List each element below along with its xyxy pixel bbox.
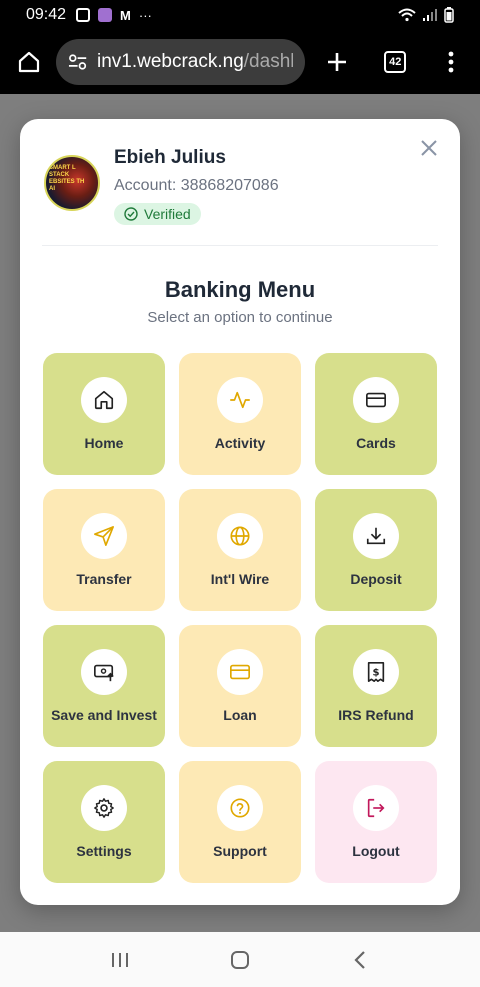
profile-header: SMART L STACK EBSITES TH AI Ebieh Julius… [44, 147, 279, 226]
card-icon [217, 649, 263, 695]
home-button[interactable] [10, 43, 48, 81]
menu-item-deposit[interactable]: Deposit [315, 489, 437, 611]
recents-button[interactable] [100, 940, 140, 980]
mail-icon: M [120, 7, 131, 23]
tabs-button[interactable]: 42 [376, 43, 414, 81]
menu-item-irs-refund[interactable]: $ IRS Refund [315, 625, 437, 747]
status-time: 09:42 [26, 6, 67, 23]
menu-item-activity[interactable]: Activity [179, 353, 301, 475]
menu-item-label: Cards [356, 435, 396, 451]
profile-info: Ebieh Julius Account: 38868207086 Verifi… [114, 147, 279, 226]
menu-item-label: Transfer [76, 571, 132, 587]
menu-item-logout[interactable]: Logout [315, 761, 437, 883]
notification-icons: M ··· [76, 8, 152, 23]
url-bar[interactable]: inv1.webcrack.ng/dashb [55, 39, 305, 85]
menu-item-label: Save and Invest [51, 707, 157, 723]
site-settings-icon [68, 54, 87, 70]
menu-title: Banking Menu [164, 277, 316, 302]
notification-app-icon [76, 8, 91, 22]
menu-item-label: Loan [223, 707, 257, 723]
menu-subtitle: Select an option to continue [147, 309, 333, 326]
avatar-text: SMART L STACK EBSITES TH AI [49, 165, 85, 192]
receipt-icon: $ [353, 649, 399, 695]
browser-menu-button[interactable] [432, 43, 470, 81]
menu-item-support[interactable]: Support [179, 761, 301, 883]
menu-item-label: Logout [352, 843, 400, 859]
verified-label: Verified [144, 206, 191, 222]
menu-item-cards[interactable]: Cards [315, 353, 437, 475]
menu-item-label: Int'l Wire [210, 571, 270, 587]
recents-icon [112, 952, 128, 967]
close-button[interactable] [418, 137, 440, 159]
menu-item-label: Deposit [350, 571, 402, 587]
more-vert-icon [448, 51, 454, 73]
status-bar: 09:42 M ··· [0, 0, 480, 30]
menu-item-label: Support [213, 843, 267, 859]
svg-text:$: $ [372, 668, 379, 679]
banking-menu-modal: SMART L STACK EBSITES TH AI Ebieh Julius… [20, 119, 460, 905]
plus-icon [328, 53, 347, 71]
more-dots-icon: ··· [138, 7, 152, 23]
check-circle-icon [124, 207, 138, 221]
battery-icon [444, 7, 454, 23]
wifi-icon [398, 8, 416, 22]
menu-item-settings[interactable]: Settings [43, 761, 165, 883]
globe-icon [217, 513, 263, 559]
menu-item-loan[interactable]: Loan [179, 625, 301, 747]
activity-icon [217, 377, 263, 423]
divider [42, 245, 438, 246]
gear-icon [81, 785, 127, 831]
back-icon [354, 950, 365, 969]
money-up-icon [81, 649, 127, 695]
menu-item-transfer[interactable]: Transfer [43, 489, 165, 611]
back-button[interactable] [340, 940, 380, 980]
send-icon [81, 513, 127, 559]
account-number: Account: 38868207086 [114, 177, 279, 194]
menu-item-label: Activity [214, 435, 266, 451]
browser-toolbar: inv1.webcrack.ng/dashb 42 [0, 30, 480, 94]
card-icon [353, 377, 399, 423]
menu-item-intl-wire[interactable]: Int'l Wire [179, 489, 301, 611]
system-icons [398, 7, 454, 23]
url-text: inv1.webcrack.ng/dashb [96, 51, 293, 72]
home-icon [18, 51, 39, 73]
new-tab-button[interactable] [319, 43, 357, 81]
menu-grid: Home Activity Cards Transfer Int'l Wire [43, 353, 437, 883]
menu-item-label: Settings [76, 843, 132, 859]
close-icon [421, 140, 437, 156]
home-nav-icon [231, 950, 249, 969]
signal-icon [423, 9, 437, 21]
menu-item-home[interactable]: Home [43, 353, 165, 475]
home-nav-button[interactable] [220, 940, 260, 980]
tab-count: 42 [384, 51, 407, 73]
profile-name: Ebieh Julius [114, 147, 226, 168]
verified-badge: Verified [114, 203, 201, 225]
help-icon [217, 785, 263, 831]
menu-item-label: IRS Refund [338, 707, 414, 723]
menu-item-save-invest[interactable]: Save and Invest [43, 625, 165, 747]
logout-icon [353, 785, 399, 831]
android-nav-bar [0, 932, 480, 987]
avatar: SMART L STACK EBSITES TH AI [44, 155, 100, 211]
notification-purple-icon [98, 8, 113, 22]
download-icon [353, 513, 399, 559]
menu-item-label: Home [84, 435, 124, 451]
home-icon [81, 377, 127, 423]
